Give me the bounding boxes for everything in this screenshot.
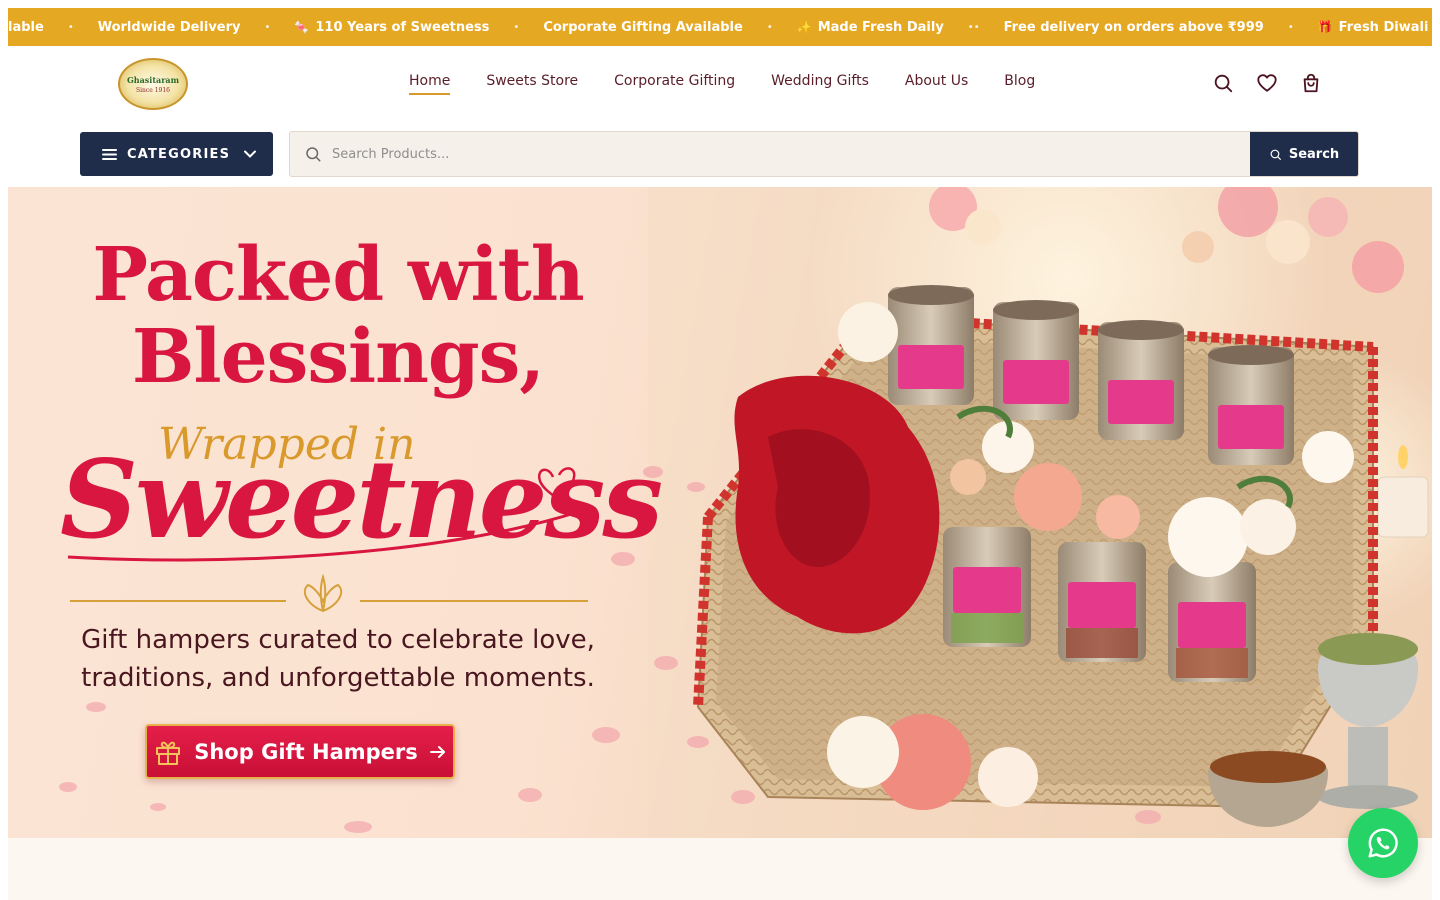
marquee-item: Corporate Gifting Available	[543, 19, 743, 35]
categories-label: CATEGORIES	[127, 146, 231, 162]
hero-title-line1: Packed with	[92, 232, 584, 318]
announcement-marquee: lable • Worldwide Delivery • 🍬 110 Years …	[8, 8, 1432, 46]
marquee-track: lable • Worldwide Delivery • 🍬 110 Years …	[8, 8, 1432, 46]
header-actions	[1212, 72, 1322, 94]
whatsapp-button[interactable]	[1348, 808, 1418, 878]
cta-label: Shop Gift Hampers	[194, 739, 418, 764]
site-header: Ghasitaram Since 1916 Home Sweets Store …	[8, 46, 1432, 124]
marquee-separator: •	[766, 21, 773, 33]
marquee-item: 🎁Fresh Diwali Hampers Now Av	[1317, 19, 1432, 35]
nav-blog[interactable]: Blog	[1004, 73, 1035, 95]
search-button[interactable]: Search	[1250, 132, 1358, 176]
categories-button[interactable]: CATEGORIES	[80, 132, 273, 176]
marquee-item: ✨ Made Fresh Daily	[796, 19, 944, 35]
hero-title-line3: Wrapped in	[158, 419, 416, 470]
heart-icon[interactable]	[1256, 72, 1278, 94]
search-field-icon	[304, 145, 322, 167]
marquee-separator: ••	[967, 21, 980, 33]
candy-icon: 🍬	[294, 20, 310, 34]
gift-icon	[156, 741, 181, 765]
nav-about-us[interactable]: About Us	[905, 73, 968, 95]
search-button-label: Search	[1288, 146, 1340, 162]
marquee-separator: •	[264, 21, 271, 33]
marquee-item: Worldwide Delivery	[97, 19, 241, 35]
menu-icon	[102, 148, 117, 160]
sparkles-icon: ✨	[796, 20, 812, 34]
whatsapp-icon	[1368, 828, 1398, 858]
hero-title-line2: Blessings,	[131, 314, 545, 400]
marquee-separator: •	[1287, 21, 1294, 33]
logo-name: Ghasitaram	[126, 74, 180, 85]
hero-banner: Packed with Blessings, Sweetness Wrapped…	[8, 187, 1432, 838]
search-button-icon	[1270, 149, 1281, 160]
marquee-item: 🍬 110 Years of Sweetness	[294, 19, 490, 35]
search-icon[interactable]	[1212, 72, 1234, 94]
search-box: Search	[289, 131, 1359, 177]
nav-corporate-gifting[interactable]: Corporate Gifting	[614, 73, 735, 95]
gift-icon: 🎁	[1317, 20, 1333, 34]
shopping-bag-icon[interactable]	[1300, 72, 1322, 94]
logo-tagline: Since 1916	[136, 86, 170, 94]
marquee-separator: •	[67, 21, 74, 33]
marquee-separator: •	[513, 21, 520, 33]
nav-sweets-store[interactable]: Sweets Store	[486, 73, 578, 95]
main-nav: Home Sweets Store Corporate Gifting Wedd…	[409, 73, 1035, 95]
search-bar-row: CATEGORIES Search	[8, 124, 1432, 187]
page: lable • Worldwide Delivery • 🍬 110 Years …	[8, 8, 1432, 900]
brand-logo[interactable]: Ghasitaram Since 1916	[118, 58, 188, 110]
shop-gift-hampers-button[interactable]: Shop Gift Hampers	[145, 724, 455, 779]
arrow-right-icon	[429, 745, 445, 758]
search-input[interactable]	[332, 132, 1232, 176]
nav-wedding-gifts[interactable]: Wedding Gifts	[771, 73, 869, 95]
hero-subtitle: Gift hampers curated to celebrate love, …	[81, 625, 595, 693]
nav-home[interactable]: Home	[409, 73, 451, 95]
chevron-down-icon	[244, 150, 257, 158]
marquee-item: Free delivery on orders above ₹999	[1003, 19, 1264, 35]
marquee-item: lable	[8, 19, 44, 35]
